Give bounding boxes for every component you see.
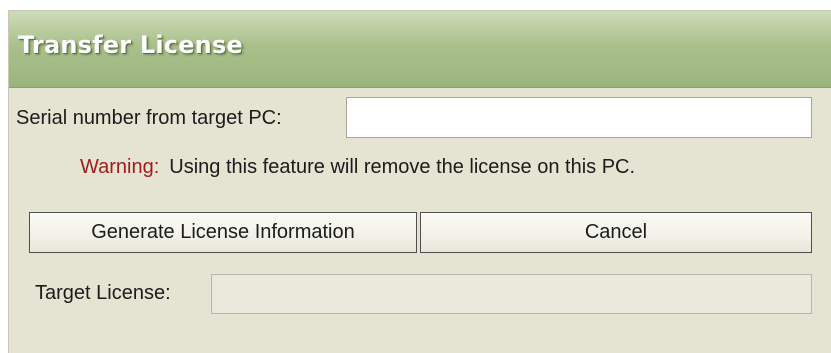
serial-number-label: Serial number from target PC: (16, 107, 282, 129)
dialog-title: Transfer License (18, 31, 243, 59)
generate-license-button[interactable]: Generate License Information (29, 212, 417, 253)
target-license-field[interactable] (211, 274, 812, 314)
target-license-label: Target License: (35, 282, 171, 304)
cancel-button[interactable]: Cancel (420, 212, 812, 253)
dialog-title-bar: Transfer License (9, 11, 831, 88)
warning-text: Using this feature will remove the licen… (169, 156, 636, 178)
serial-number-input[interactable] (346, 97, 812, 138)
warning-label: Warning: (80, 156, 160, 178)
warning-message: Warning: Using this feature will remove t… (80, 156, 635, 179)
